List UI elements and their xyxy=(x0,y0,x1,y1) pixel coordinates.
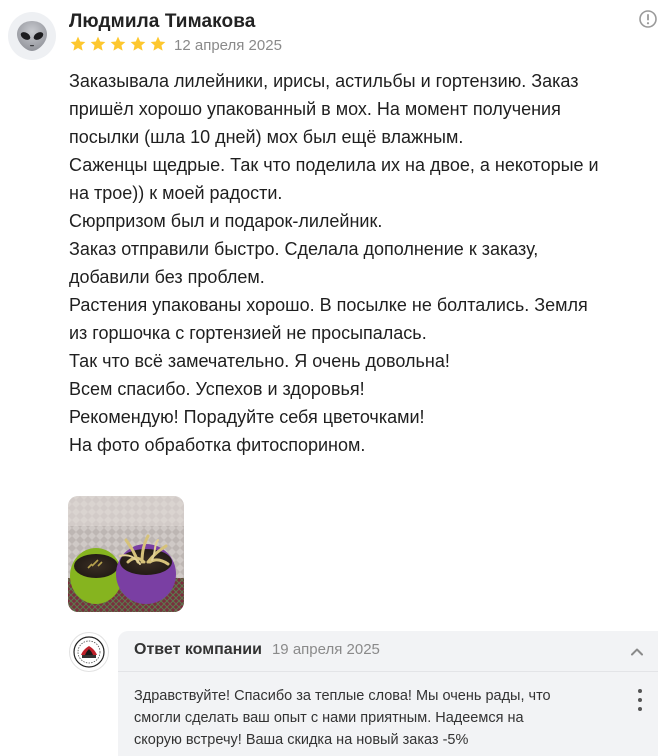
review-text-line: пришёл хорошо упакованный в мох. На моме… xyxy=(69,99,561,119)
star-icon xyxy=(70,36,86,51)
review-text-line: Всем спасибо. Успехов и здоровья! xyxy=(69,379,365,399)
report-button[interactable] xyxy=(638,9,658,29)
star-icon xyxy=(150,36,166,51)
review-text: Заказывала лилейники, ирисы, астильбы и … xyxy=(69,67,654,459)
review-text-line: Саженцы щедрые. Так что поделила их на д… xyxy=(69,155,599,175)
review-text-line: Заказывала лилейники, ирисы, астильбы и … xyxy=(69,71,579,91)
review-text-line: На фото обработка фитоспорином. xyxy=(69,435,366,455)
reply-text-line: смогли сделать ваш опыт с нами приятным.… xyxy=(134,710,524,726)
exclamation-circle-icon xyxy=(639,10,657,28)
reply-header: Ответ компании 19 апреля 2025 xyxy=(134,641,380,659)
collapse-reply-button[interactable] xyxy=(628,643,646,661)
alien-face-icon xyxy=(17,21,47,51)
author-avatar[interactable] xyxy=(8,12,56,60)
company-reply: Ответ компании 19 апреля 2025 Здравствуй… xyxy=(118,631,658,756)
reply-text: Здравствуйте! Спасибо за теплые слова! М… xyxy=(134,685,604,751)
reply-date: 19 апреля 2025 xyxy=(271,641,380,658)
review-text-line: Заказ отправили быстро. Сделала дополнен… xyxy=(69,239,539,259)
company-avatar[interactable] xyxy=(69,632,109,672)
photo-thumbnail xyxy=(68,496,184,612)
star-icon xyxy=(110,36,126,51)
author-name[interactable]: Людмила Тимакова xyxy=(69,11,255,33)
reply-divider xyxy=(118,671,658,672)
reply-text-line: скорую встречу! Ваша скидка на новый зак… xyxy=(134,732,469,748)
star-icon xyxy=(130,36,146,51)
star-icon xyxy=(90,36,106,51)
reply-title: Ответ компании xyxy=(134,641,262,658)
company-logo-icon xyxy=(73,636,105,668)
review-text-line: Сюрпризом был и подарок-лилейник. xyxy=(69,211,383,231)
reply-menu-button[interactable] xyxy=(630,689,650,711)
vertical-dots-icon xyxy=(638,689,642,711)
reply-text-line: Здравствуйте! Спасибо за теплые слова! М… xyxy=(134,688,551,704)
review-date: 12 апреля 2025 xyxy=(174,37,282,54)
review-text-line: на трое)) к моей радости. xyxy=(69,183,283,203)
review-text-line: Растения упакованы хорошо. В посылке не … xyxy=(69,295,588,315)
review-text-line: Рекомендую! Порадуйте себя цветочками! xyxy=(69,407,425,427)
review-text-line: добавили без проблем. xyxy=(69,267,265,287)
review-photo[interactable] xyxy=(68,496,184,612)
review-text-line: Так что всё замечательно. Я очень доволь… xyxy=(69,351,450,371)
review-text-line: из горшочка с гортензией не просыпалась. xyxy=(69,323,427,343)
rating-stars xyxy=(69,35,167,53)
chevron-up-icon xyxy=(631,648,643,656)
review-text-line: посылки (шла 10 дней) мох был ещё влажны… xyxy=(69,127,464,147)
